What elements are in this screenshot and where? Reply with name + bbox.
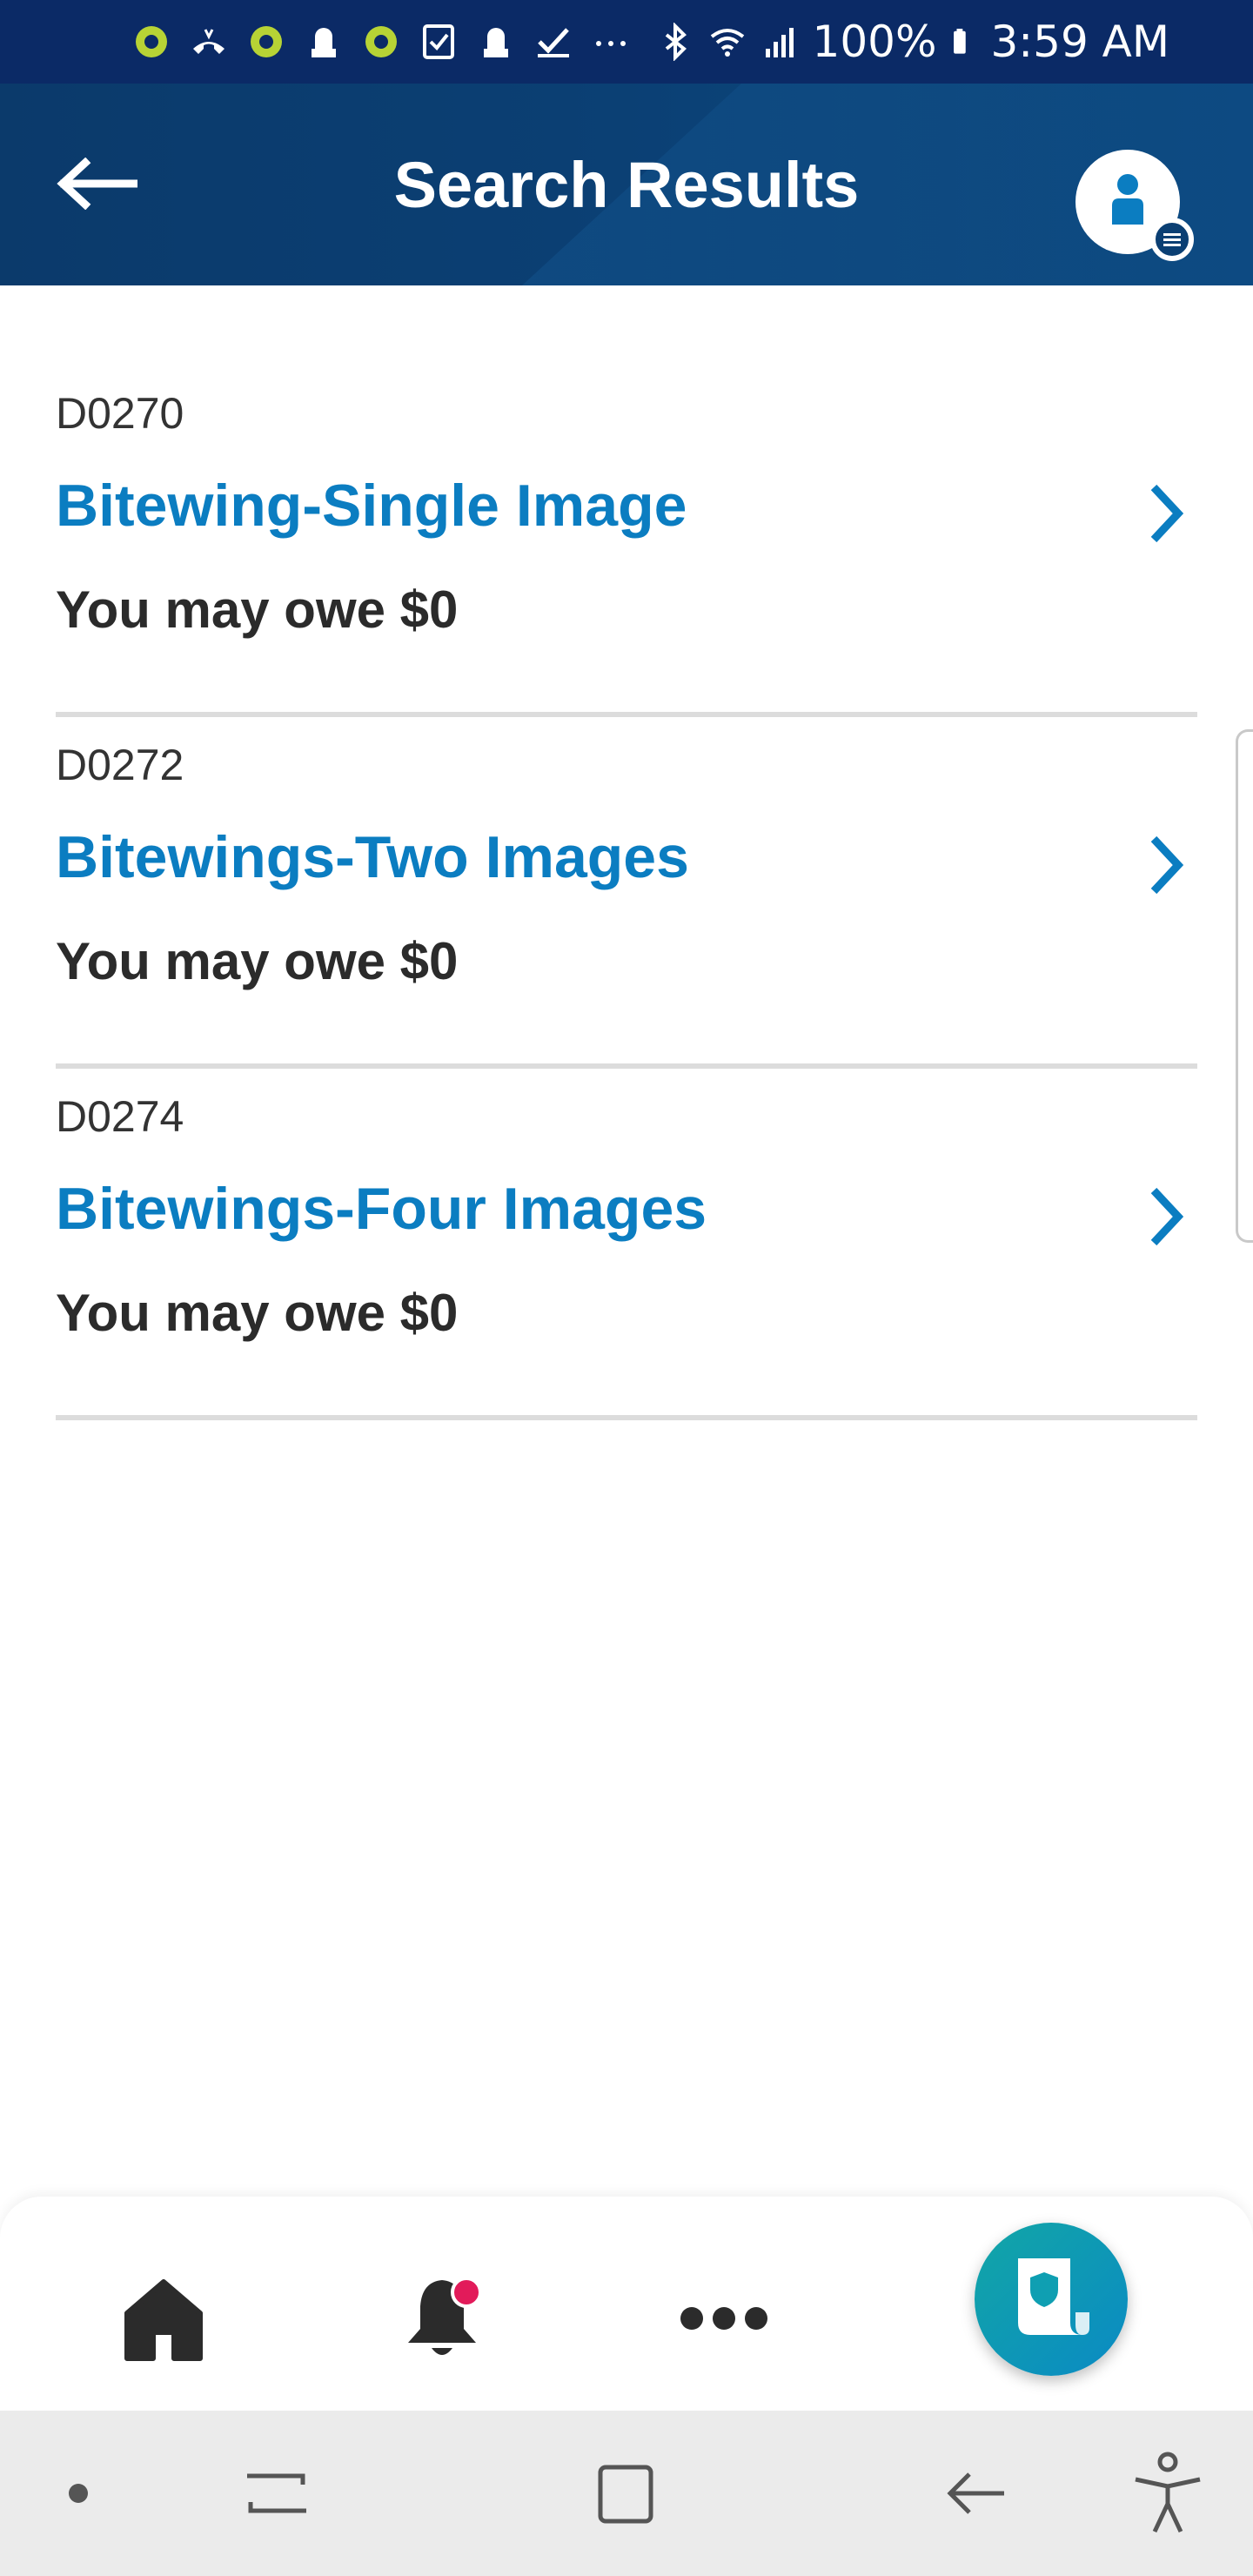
status-bar: 100% 3:59 AM [0,0,1253,84]
result-item[interactable]: D0274 Bitewings-Four Images You may owe … [56,1069,1197,1420]
cost-estimate: You may owe $0 [56,580,459,639]
clock: 3:59 AM [990,17,1169,67]
cost-estimate: You may owe $0 [56,932,459,990]
chevron-right-icon[interactable] [1145,479,1189,548]
home-system-button[interactable] [583,2450,670,2537]
notification-icons [132,23,630,61]
app-icon [135,26,167,57]
page-title: Search Results [393,148,860,221]
procedure-title[interactable]: Bitewing-Single Image [56,472,687,540]
battery-icon [954,29,967,54]
accessibility-icon [1135,2452,1201,2533]
profile-button[interactable] [1075,150,1194,261]
more-horizontal-icon [680,2307,767,2330]
app-icon [250,26,282,57]
battery-percentage: 100% [812,17,937,67]
recent-apps-button[interactable] [233,2450,320,2537]
lock-icon [311,28,336,57]
procedure-title[interactable]: Bitewings-Two Images [56,823,689,891]
accessibility-button[interactable] [1124,2450,1211,2537]
bluetooth-icon [665,23,687,61]
procedure-code: D0274 [56,1092,184,1141]
home-icon [124,2279,203,2361]
chevron-right-icon[interactable] [1145,830,1189,900]
result-item[interactable]: D0270 Bitewing-Single Image You may owe … [56,366,1197,717]
home-square-icon [598,2465,653,2524]
procedure-title[interactable]: Bitewings-Four Images [56,1175,707,1243]
lock-icon [483,28,508,57]
signal-icon [765,28,794,57]
checklist-icon [422,24,454,59]
result-item[interactable]: D0272 Bitewings-Two Images You may owe $… [56,717,1197,1069]
id-card-button[interactable] [975,2223,1128,2376]
dot-icon [69,2484,88,2503]
system-status: 100% 3:59 AM [656,0,1169,84]
app-icon [365,26,397,57]
notification-badge [451,2277,482,2308]
more-button[interactable] [663,2257,785,2379]
wifi-icon [710,29,744,57]
cost-estimate: You may owe $0 [56,1284,459,1342]
home-button[interactable] [103,2257,224,2379]
more-icon [595,41,626,46]
scroll-handle[interactable] [1236,729,1253,1243]
bottom-navigation [0,2197,1253,2411]
app-screen: 100% 3:59 AM Search Results D0270 Bitewi… [0,0,1253,2576]
id-card-icon [1018,2258,1089,2335]
menu-badge-icon [1150,218,1194,261]
dot-button[interactable] [35,2450,122,2537]
back-icon [947,2472,1004,2514]
back-system-button[interactable] [933,2450,1020,2537]
search-results-list: D0270 Bitewing-Single Image You may owe … [56,366,1197,1420]
check-icon [537,28,569,57]
system-navigation-bar [0,2411,1253,2576]
procedure-code: D0270 [56,389,184,438]
call-icon [192,29,224,54]
procedure-code: D0272 [56,741,184,789]
recent-apps-icon [247,2473,306,2513]
app-header: Search Results [0,84,1253,285]
chevron-right-icon[interactable] [1145,1182,1189,1251]
notifications-button[interactable] [381,2257,503,2379]
